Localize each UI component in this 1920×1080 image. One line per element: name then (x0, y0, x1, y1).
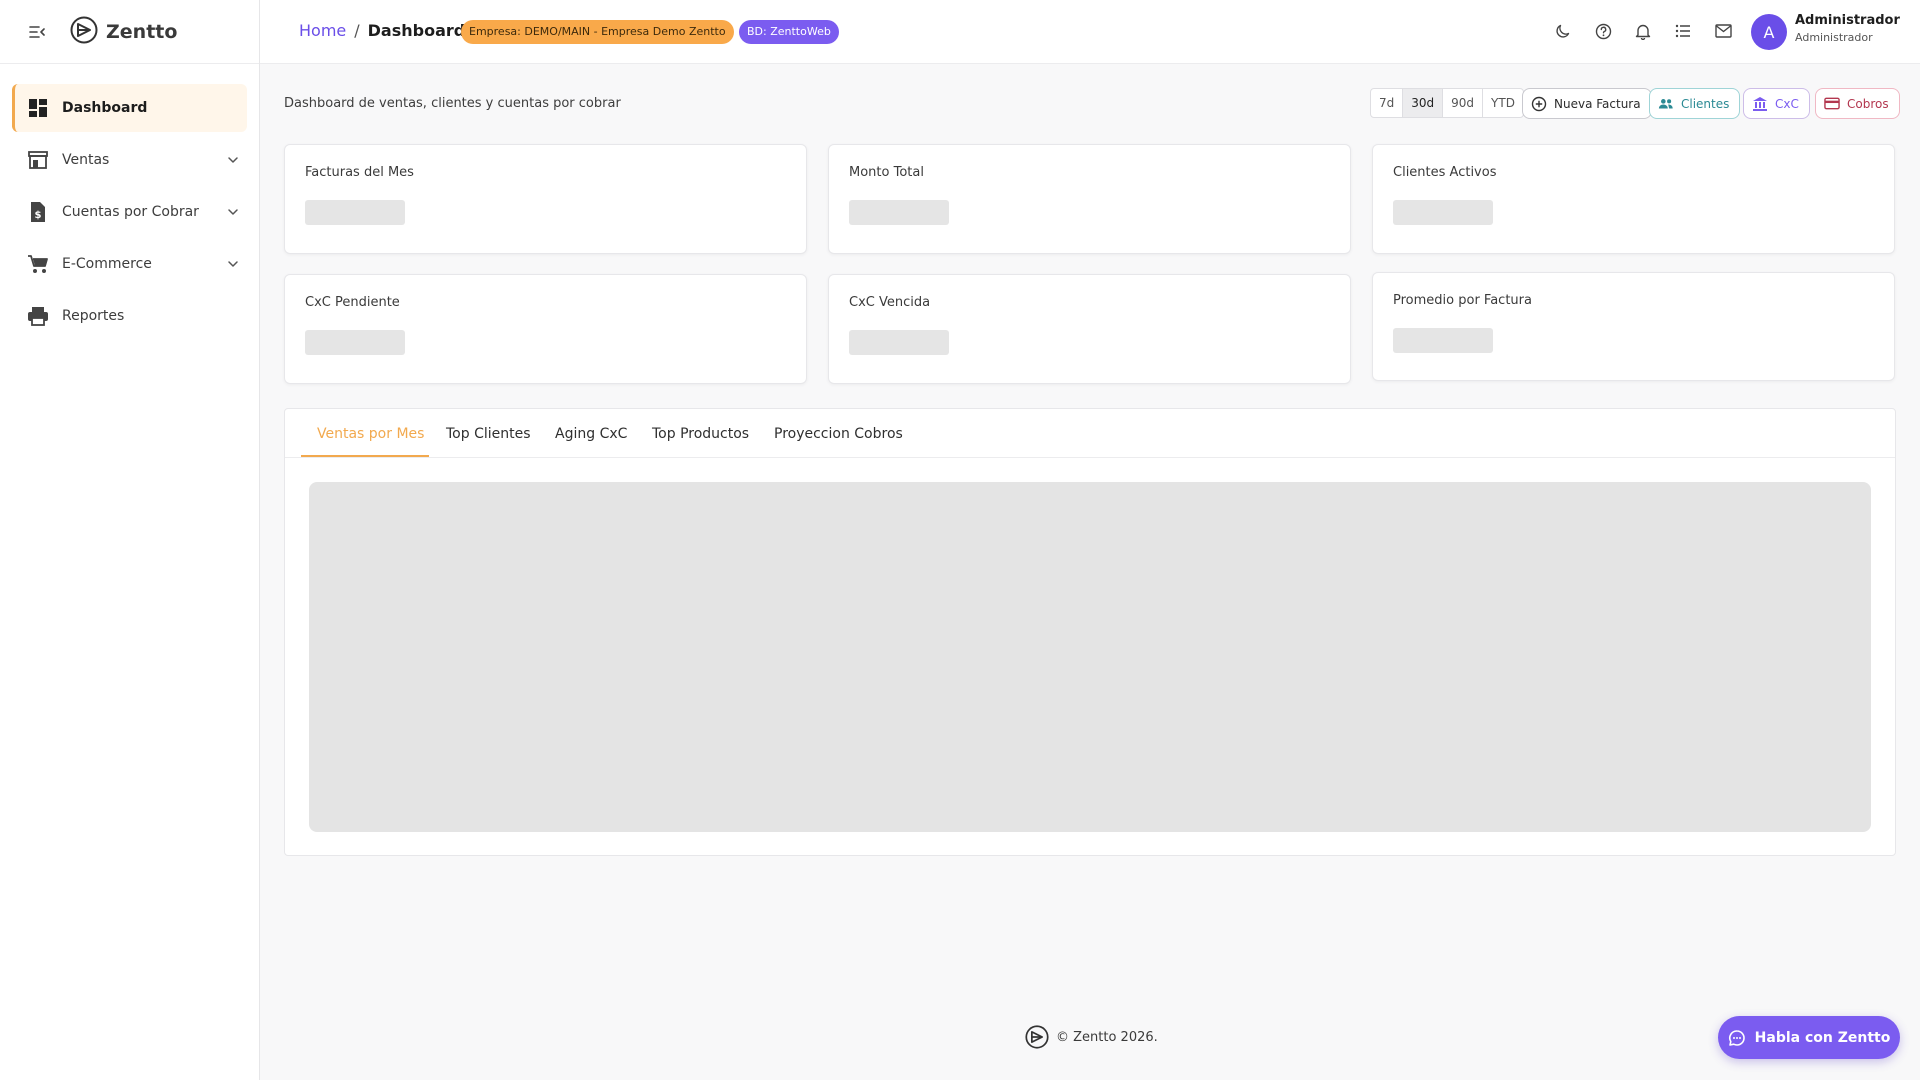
list-icon[interactable] (1673, 21, 1693, 41)
chevron-down-icon[interactable] (225, 256, 241, 272)
kpi-card-monto-total: Monto Total (828, 144, 1351, 254)
sidebar: Zentto Dashboard Ventas $ Cuentas por Co… (0, 0, 260, 1080)
store-icon (26, 148, 50, 172)
credit-card-icon (1824, 96, 1840, 112)
range-ytd-button[interactable]: YTD (1483, 89, 1523, 117)
zentto-logo-icon (1025, 1025, 1049, 1049)
cobros-button[interactable]: Cobros (1815, 88, 1900, 119)
company-badge: Empresa: DEMO/MAIN - Empresa Demo Zentto (461, 20, 734, 44)
kpi-title: CxC Vencida (849, 295, 931, 310)
kpi-value-skeleton (305, 330, 405, 355)
database-badge: BD: ZenttoWeb (739, 20, 839, 44)
zentto-logo-icon (70, 16, 98, 48)
breadcrumb-current: Dashboard (367, 21, 466, 40)
nueva-factura-label: Nueva Factura (1554, 96, 1641, 111)
date-range-toggle: 7d 30d 90d YTD (1370, 88, 1524, 118)
kpi-title: Monto Total (849, 165, 924, 180)
printer-icon (26, 304, 50, 328)
mail-icon[interactable] (1713, 21, 1733, 41)
kpi-card-clientes-activos: Clientes Activos (1372, 144, 1895, 254)
breadcrumb: Home / Dashboard (299, 21, 465, 40)
kpi-value-skeleton (305, 200, 405, 225)
tab-top-clientes[interactable]: Top Clientes (446, 426, 531, 442)
moon-icon[interactable] (1553, 21, 1573, 41)
sidebar-item-dashboard[interactable]: Dashboard (12, 84, 247, 132)
nueva-factura-button[interactable]: Nueva Factura (1522, 88, 1652, 119)
brand-name: Zentto (106, 20, 178, 43)
kpi-card-promedio-por-factura: Promedio por Factura (1372, 272, 1895, 381)
sidebar-item-cuentas-por-cobrar[interactable]: $ Cuentas por Cobrar (12, 188, 247, 236)
cobros-label: Cobros (1847, 96, 1889, 111)
sidebar-item-label: Reportes (62, 308, 125, 324)
menu-collapse-icon[interactable] (26, 21, 48, 43)
page-subtitle: Dashboard de ventas, clientes y cuentas … (284, 96, 621, 111)
sidebar-item-label: E-Commerce (62, 256, 152, 272)
topbar: Home / Dashboard Empresa: DEMO/MAIN - Em… (260, 0, 1920, 64)
invoice-dollar-icon: $ (26, 200, 50, 224)
breadcrumb-home-link[interactable]: Home (299, 21, 346, 40)
tab-proyeccion-cobros[interactable]: Proyeccion Cobros (774, 426, 903, 442)
chevron-down-icon[interactable] (225, 204, 241, 220)
chat-button-label: Habla con Zentto (1754, 1029, 1891, 1046)
tab-aging-cxc[interactable]: Aging CxC (555, 426, 627, 442)
cxc-button[interactable]: CxC (1743, 88, 1810, 119)
chat-button[interactable]: Habla con Zentto (1718, 1016, 1900, 1059)
range-7d-button[interactable]: 7d (1371, 89, 1404, 117)
kpi-value-skeleton (849, 330, 949, 355)
plus-circle-icon (1531, 96, 1547, 112)
footer: © Zentto 2026. (1025, 1025, 1158, 1049)
kpi-card-cxc-vencida: CxC Vencida (828, 274, 1351, 384)
breadcrumb-separator: / (354, 21, 360, 40)
brand[interactable]: Zentto (70, 16, 177, 48)
sidebar-item-ventas[interactable]: Ventas (12, 136, 247, 184)
kpi-title: CxC Pendiente (305, 295, 400, 310)
sidebar-item-reportes[interactable]: Reportes (12, 292, 247, 340)
kpi-title: Facturas del Mes (305, 165, 414, 180)
chart-loading-skeleton (309, 482, 1871, 832)
range-30d-button[interactable]: 30d (1403, 89, 1444, 117)
dashboard-icon (26, 96, 50, 120)
kpi-value-skeleton (1393, 200, 1493, 225)
kpi-title: Clientes Activos (1393, 165, 1497, 180)
chevron-down-icon[interactable] (225, 152, 241, 168)
sidebar-header: Zentto (0, 0, 259, 64)
kpi-value-skeleton (849, 200, 949, 225)
chart-tabs: Ventas por Mes Top Clientes Aging CxC To… (285, 409, 1895, 458)
tab-top-productos[interactable]: Top Productos (652, 426, 749, 442)
kpi-value-skeleton (1393, 328, 1493, 353)
kpi-card-cxc-pendiente: CxC Pendiente (284, 274, 807, 384)
active-tab-indicator (301, 455, 429, 457)
avatar[interactable]: A (1751, 14, 1787, 50)
sidebar-item-label: Dashboard (62, 100, 148, 116)
user-info[interactable]: Administrador Administrador (1795, 13, 1900, 44)
sidebar-nav: Dashboard Ventas $ Cuentas por Cobrar E-… (0, 64, 259, 340)
chat-bubble-icon (1728, 1029, 1746, 1047)
sidebar-item-e-commerce[interactable]: E-Commerce (12, 240, 247, 288)
user-name: Administrador (1795, 13, 1900, 28)
sidebar-item-label: Cuentas por Cobrar (62, 204, 199, 220)
clientes-button[interactable]: Clientes (1649, 88, 1741, 119)
help-icon[interactable] (1593, 21, 1613, 41)
tab-ventas-por-mes[interactable]: Ventas por Mes (317, 426, 424, 442)
svg-text:$: $ (35, 210, 42, 221)
charts-panel: Ventas por Mes Top Clientes Aging CxC To… (284, 408, 1896, 856)
copyright-text: © Zentto 2026. (1056, 1029, 1158, 1045)
bank-icon (1752, 96, 1768, 112)
topbar-icons (1553, 21, 1753, 41)
cart-icon (26, 252, 50, 276)
cxc-label: CxC (1775, 96, 1799, 111)
people-icon (1658, 96, 1674, 112)
user-role: Administrador (1795, 31, 1873, 44)
kpi-title: Promedio por Factura (1393, 293, 1532, 308)
sidebar-item-label: Ventas (62, 152, 110, 168)
range-90d-button[interactable]: 90d (1443, 89, 1484, 117)
bell-icon[interactable] (1633, 21, 1653, 41)
clientes-label: Clientes (1681, 96, 1730, 111)
kpi-card-facturas-del-mes: Facturas del Mes (284, 144, 807, 254)
